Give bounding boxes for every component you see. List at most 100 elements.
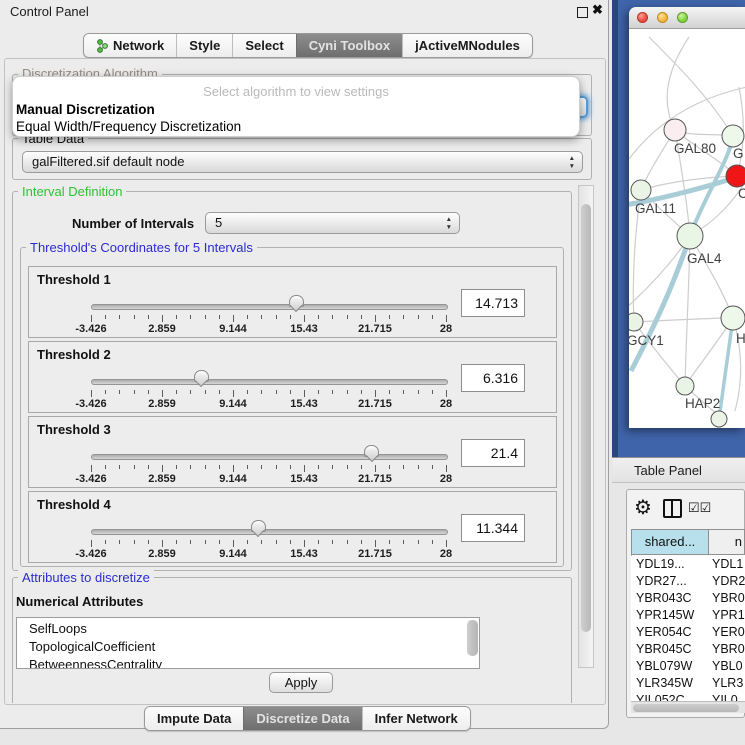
slider-tick bbox=[276, 390, 277, 394]
columns-icon[interactable] bbox=[663, 499, 682, 518]
slider-tick bbox=[219, 315, 220, 319]
network-edge-thick[interactable] bbox=[719, 318, 733, 419]
table-row[interactable]: YBR045CYBR0 bbox=[631, 641, 745, 658]
threshold-panel-4: Threshold 4-3.4262.8599.14415.4321.71528… bbox=[28, 491, 557, 563]
network-edge[interactable] bbox=[690, 236, 733, 318]
threshold-value-field[interactable]: 14.713 bbox=[461, 289, 525, 317]
combo-arrows-icon: ▲▼ bbox=[446, 216, 452, 231]
slider-tick bbox=[190, 540, 191, 544]
network-node-h[interactable] bbox=[721, 306, 745, 330]
tab-cyni-toolbox[interactable]: Cyni Toolbox bbox=[296, 34, 402, 57]
slider-tick bbox=[276, 540, 277, 544]
table-row[interactable]: YDL19...YDL1 bbox=[631, 556, 745, 573]
network-edge[interactable] bbox=[667, 37, 689, 130]
table-row[interactable]: YPR145WYPR1 bbox=[631, 607, 745, 624]
network-node-c[interactable] bbox=[726, 165, 745, 187]
slider-tick-label: -3.426 bbox=[75, 473, 106, 485]
list-item[interactable]: SelfLoops bbox=[17, 620, 479, 638]
slider-tick bbox=[205, 315, 206, 319]
slider-track[interactable] bbox=[91, 529, 448, 535]
table-h-scrollbar-thumb[interactable] bbox=[633, 704, 739, 712]
network-edge-thick[interactable] bbox=[631, 236, 690, 371]
network-edge[interactable] bbox=[629, 236, 690, 309]
close-traffic-light-icon[interactable] bbox=[637, 12, 648, 23]
list-scrollbar[interactable] bbox=[467, 620, 478, 656]
table-data-combo[interactable]: galFiltered.sif default node ▲▼ bbox=[22, 151, 583, 173]
slider-tick bbox=[347, 540, 348, 544]
table-panel-bar: Table Panel bbox=[612, 457, 745, 483]
slider-tick bbox=[418, 465, 419, 469]
network-node-hap2[interactable] bbox=[676, 377, 694, 395]
slider-tick-label: 21.715 bbox=[358, 398, 392, 410]
slider-tick bbox=[446, 315, 447, 322]
zoom-traffic-light-icon[interactable] bbox=[677, 12, 688, 23]
tab-jactivemnodules[interactable]: jActiveMNodules bbox=[402, 34, 532, 57]
list-item[interactable]: BetweennessCentrality bbox=[17, 656, 479, 669]
slider-tick-label: 2.859 bbox=[148, 473, 176, 485]
threshold-value-field[interactable]: 6.316 bbox=[461, 364, 525, 392]
table-row[interactable]: YBR043CYBR0 bbox=[631, 590, 745, 607]
tab-style[interactable]: Style bbox=[176, 34, 232, 57]
network-edge[interactable] bbox=[634, 318, 721, 322]
tab-discretize-data[interactable]: Discretize Data bbox=[243, 707, 361, 730]
table-h-scrollbar[interactable] bbox=[631, 701, 745, 713]
threshold-value-field[interactable]: 11.344 bbox=[461, 514, 525, 542]
slider-tick bbox=[119, 465, 120, 469]
panel-scrollbar[interactable] bbox=[578, 185, 594, 668]
panel-scrollbar-thumb[interactable] bbox=[581, 204, 591, 632]
number-of-intervals-combo[interactable]: 5 ▲▼ bbox=[205, 212, 460, 234]
tab-network[interactable]: Network bbox=[84, 34, 176, 57]
slider-tick bbox=[432, 315, 433, 319]
table-row[interactable]: YDR27...YDR2 bbox=[631, 573, 745, 590]
table-row[interactable]: YER054CYER0 bbox=[631, 624, 745, 641]
network-node-gal4[interactable] bbox=[677, 223, 703, 249]
network-node-g[interactable] bbox=[722, 125, 744, 147]
numerical-attributes-list[interactable]: SelfLoopsTopologicalCoefficientBetweenne… bbox=[16, 617, 480, 669]
list-item[interactable]: TopologicalCoefficient bbox=[17, 638, 479, 656]
table-row[interactable]: YLR345WYLR3 bbox=[631, 675, 745, 692]
network-node-gal11[interactable] bbox=[631, 180, 651, 200]
gear-icon[interactable]: ⚙ bbox=[634, 495, 652, 520]
slider-handle[interactable] bbox=[193, 370, 209, 388]
popup-option-0[interactable]: Manual Discretization bbox=[16, 102, 155, 117]
table-header-shared[interactable]: shared... bbox=[631, 529, 709, 555]
slider-handle[interactable] bbox=[288, 295, 304, 313]
network-node-label: GAL80 bbox=[674, 141, 716, 156]
network-edge[interactable] bbox=[649, 37, 733, 136]
network-canvas[interactable]: GAL80GCGAL11GAL4GCY1HHAP2 bbox=[629, 29, 745, 428]
apply-button[interactable]: Apply bbox=[269, 672, 333, 693]
checkbox-icons[interactable]: ☑☑ bbox=[688, 500, 711, 516]
table-cell-shared: YBL079W bbox=[631, 659, 692, 673]
network-node[interactable] bbox=[711, 411, 727, 427]
tab-infer-network[interactable]: Infer Network bbox=[362, 707, 470, 730]
slider-tick bbox=[389, 465, 390, 469]
tab-label: Impute Data bbox=[157, 707, 231, 730]
slider-handle[interactable] bbox=[363, 445, 379, 463]
minimize-traffic-light-icon[interactable] bbox=[657, 12, 668, 23]
combo-arrows-icon: ▲▼ bbox=[569, 155, 575, 170]
slider-track[interactable] bbox=[91, 379, 448, 385]
slider-track[interactable] bbox=[91, 454, 448, 460]
slider-tick bbox=[105, 465, 106, 469]
slider-tick bbox=[304, 390, 305, 397]
slider-track[interactable] bbox=[91, 304, 448, 310]
float-window-icon[interactable] bbox=[577, 7, 588, 18]
table-header-name[interactable]: n bbox=[708, 529, 745, 555]
tab-select[interactable]: Select bbox=[232, 34, 295, 57]
slider-tick bbox=[148, 540, 149, 544]
interval-definition-title: Interval Definition bbox=[18, 184, 126, 199]
network-node-gcy1[interactable] bbox=[629, 313, 643, 331]
slider-handle[interactable] bbox=[250, 520, 266, 538]
table-cell-shared: YBR045C bbox=[631, 642, 692, 656]
table-row[interactable]: YBL079WYBL0 bbox=[631, 658, 745, 675]
slider-tick bbox=[389, 315, 390, 319]
close-icon[interactable]: ✖ bbox=[592, 2, 603, 18]
slider-tick-label: 15.43 bbox=[290, 473, 318, 485]
popup-option-1[interactable]: Equal Width/Frequency Discretization bbox=[16, 119, 241, 134]
popup-hint: Select algorithm to view settings bbox=[13, 84, 579, 99]
slider-tick bbox=[375, 390, 376, 397]
tab-impute-data[interactable]: Impute Data bbox=[145, 707, 243, 730]
network-node-gal80[interactable] bbox=[664, 119, 686, 141]
network-window-titlebar[interactable] bbox=[629, 7, 745, 29]
threshold-value-field[interactable]: 21.4 bbox=[461, 439, 525, 467]
